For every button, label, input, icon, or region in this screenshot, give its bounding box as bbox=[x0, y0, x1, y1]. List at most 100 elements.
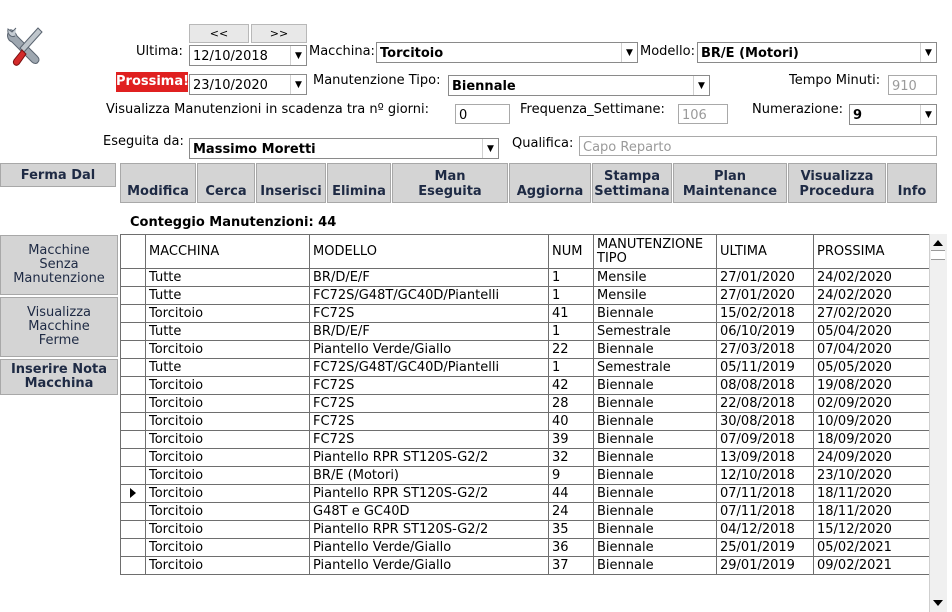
table-row[interactable]: Tutte FC72S/G48T/GC40D/Piantelli 1 Mensile 2… bbox=[120, 286, 929, 305]
cell-ultima[interactable]: 30/08/2018 bbox=[716, 412, 814, 431]
frequenza-settimane-field[interactable]: 106 bbox=[678, 104, 728, 124]
table-row[interactable]: Torcitoio G48T e GC40D 24 Biennale 07/11/201… bbox=[120, 502, 929, 521]
cell-num[interactable]: 24 bbox=[548, 502, 594, 521]
cell-modello[interactable]: FC72S bbox=[309, 376, 549, 395]
next-record-button[interactable]: >> bbox=[251, 24, 307, 43]
cell-num[interactable]: 22 bbox=[548, 340, 594, 359]
visualizza-procedura-button[interactable]: Visualizza Procedura bbox=[788, 163, 886, 203]
cell-macchina[interactable]: Torcitoio bbox=[145, 376, 310, 395]
cell-tipo[interactable]: Biennale bbox=[593, 412, 717, 431]
cell-num[interactable]: 40 bbox=[548, 412, 594, 431]
cerca-button[interactable]: Cerca bbox=[197, 163, 255, 203]
cell-macchina[interactable]: Torcitoio bbox=[145, 340, 310, 359]
cell-num[interactable]: 9 bbox=[548, 466, 594, 485]
stampa-settimana-button[interactable]: Stampa Settimana bbox=[592, 163, 672, 203]
row-selector[interactable] bbox=[120, 430, 146, 449]
table-row[interactable]: Torcitoio FC72S 39 Biennale 07/09/2018 18/09/… bbox=[120, 430, 929, 449]
cell-tipo[interactable]: Mensile bbox=[593, 268, 717, 287]
prossima-date-select[interactable]: 23/10/2020 ▼ bbox=[189, 74, 307, 95]
cell-ultima[interactable]: 29/01/2019 bbox=[716, 556, 814, 575]
numerazione-select[interactable]: 9 ▼ bbox=[849, 104, 937, 125]
col-header-num[interactable]: NUM bbox=[548, 234, 594, 269]
cell-num[interactable]: 1 bbox=[548, 322, 594, 341]
cell-macchina[interactable]: Torcitoio bbox=[145, 466, 310, 485]
row-selector[interactable] bbox=[120, 502, 146, 521]
cell-num[interactable]: 28 bbox=[548, 394, 594, 413]
previous-record-button[interactable]: << bbox=[189, 24, 249, 43]
row-selector[interactable] bbox=[120, 538, 146, 557]
table-row[interactable]: Tutte BR/D/E/F 1 Semestrale 06/10/2019 05/04/… bbox=[120, 322, 929, 341]
cell-prossima[interactable]: 24/09/2020 bbox=[813, 448, 929, 467]
cell-num[interactable]: 1 bbox=[548, 286, 594, 305]
row-selector[interactable] bbox=[120, 448, 146, 467]
cell-ultima[interactable]: 15/02/2018 bbox=[716, 304, 814, 323]
cell-prossima[interactable]: 07/04/2020 bbox=[813, 340, 929, 359]
cell-modello[interactable]: BR/D/E/F bbox=[309, 322, 549, 341]
cell-num[interactable]: 37 bbox=[548, 556, 594, 575]
aggiorna-button[interactable]: Aggiorna bbox=[509, 163, 591, 203]
table-row[interactable]: Torcitoio FC72S 42 Biennale 08/08/2018 19/08/… bbox=[120, 376, 929, 395]
cell-macchina[interactable]: Torcitoio bbox=[145, 538, 310, 557]
cell-prossima[interactable]: 05/05/2020 bbox=[813, 358, 929, 377]
cell-macchina[interactable]: Torcitoio bbox=[145, 502, 310, 521]
cell-ultima[interactable]: 27/01/2020 bbox=[716, 286, 814, 305]
col-header-macchina[interactable]: MACCHINA bbox=[145, 234, 310, 269]
cell-num[interactable]: 44 bbox=[548, 484, 594, 503]
cell-macchina[interactable]: Torcitoio bbox=[145, 394, 310, 413]
man-eseguita-button[interactable]: Man Eseguita bbox=[392, 163, 508, 203]
cell-tipo[interactable]: Biennale bbox=[593, 376, 717, 395]
table-row[interactable]: Torcitoio Piantello Verde/Giallo 37 Biennal… bbox=[120, 556, 929, 575]
cell-modello[interactable]: Piantello RPR ST120S-G2/2 bbox=[309, 484, 549, 503]
cell-tipo[interactable]: Biennale bbox=[593, 466, 717, 485]
cell-tipo[interactable]: Biennale bbox=[593, 448, 717, 467]
manutenzione-tipo-select[interactable]: Biennale ▼ bbox=[448, 75, 710, 96]
cell-num[interactable]: 36 bbox=[548, 538, 594, 557]
visualizza-macchine-ferme-button[interactable]: Visualizza Macchine Ferme bbox=[0, 297, 118, 357]
cell-ultima[interactable]: 06/10/2019 bbox=[716, 322, 814, 341]
table-row[interactable]: Torcitoio Piantello RPR ST120S-G2/2 32 Bien… bbox=[120, 448, 929, 467]
cell-modello[interactable]: Piantello Verde/Giallo bbox=[309, 340, 549, 359]
cell-macchina[interactable]: Tutte bbox=[145, 268, 310, 287]
cell-macchina[interactable]: Torcitoio bbox=[145, 520, 310, 539]
cell-num[interactable]: 35 bbox=[548, 520, 594, 539]
cell-ultima[interactable]: 05/11/2019 bbox=[716, 358, 814, 377]
info-button[interactable]: Info bbox=[887, 163, 937, 203]
cell-macchina[interactable]: Torcitoio bbox=[145, 448, 310, 467]
macchina-select[interactable]: Torcitoio ▼ bbox=[376, 42, 638, 63]
scroll-up-arrow-icon[interactable] bbox=[933, 240, 943, 246]
cell-ultima[interactable]: 25/01/2019 bbox=[716, 538, 814, 557]
tempo-minuti-field[interactable]: 910 bbox=[888, 75, 937, 95]
cell-modello[interactable]: Piantello RPR ST120S-G2/2 bbox=[309, 520, 549, 539]
cell-modello[interactable]: BR/E (Motori) bbox=[309, 466, 549, 485]
row-selector[interactable] bbox=[120, 376, 146, 395]
cell-ultima[interactable]: 12/10/2018 bbox=[716, 466, 814, 485]
table-row[interactable]: Torcitoio FC72S 41 Biennale 15/02/2018 27/02/… bbox=[120, 304, 929, 323]
table-row[interactable]: Torcitoio BR/E (Motori) 9 Biennale 12/10/201… bbox=[120, 466, 929, 485]
manutenzioni-grid[interactable]: MACCHINA MODELLO NUM MANUTENZIONE TIPO U… bbox=[120, 234, 929, 612]
cell-ultima[interactable]: 22/08/2018 bbox=[716, 394, 814, 413]
table-row[interactable]: Tutte BR/D/E/F 1 Mensile 27/01/2020 24/02/202… bbox=[120, 268, 929, 287]
table-row[interactable]: Torcitoio FC72S 40 Biennale 30/08/2018 10/09/… bbox=[120, 412, 929, 431]
row-selector[interactable] bbox=[120, 556, 146, 575]
eseguita-da-select[interactable]: Massimo Moretti ▼ bbox=[189, 138, 499, 159]
cell-tipo[interactable]: Biennale bbox=[593, 484, 717, 503]
row-selector[interactable] bbox=[120, 322, 146, 341]
cell-tipo[interactable]: Biennale bbox=[593, 520, 717, 539]
cell-prossima[interactable]: 18/09/2020 bbox=[813, 430, 929, 449]
cell-macchina[interactable]: Torcitoio bbox=[145, 484, 310, 503]
cell-ultima[interactable]: 07/11/2018 bbox=[716, 484, 814, 503]
cell-macchina[interactable]: Tutte bbox=[145, 322, 310, 341]
cell-macchina[interactable]: Torcitoio bbox=[145, 556, 310, 575]
cell-macchina[interactable]: Torcitoio bbox=[145, 304, 310, 323]
cell-prossima[interactable]: 18/11/2020 bbox=[813, 484, 929, 503]
cell-tipo[interactable]: Biennale bbox=[593, 502, 717, 521]
cell-prossima[interactable]: 24/02/2020 bbox=[813, 268, 929, 287]
ultima-date-select[interactable]: 12/10/2018 ▼ bbox=[189, 45, 307, 66]
cell-prossima[interactable]: 15/12/2020 bbox=[813, 520, 929, 539]
col-header-prossima[interactable]: PROSSIMA bbox=[813, 234, 929, 269]
cell-ultima[interactable]: 13/09/2018 bbox=[716, 448, 814, 467]
row-selector[interactable] bbox=[120, 304, 146, 323]
cell-prossima[interactable]: 24/02/2020 bbox=[813, 286, 929, 305]
table-row[interactable]: Torcitoio Piantello Verde/Giallo 22 Biennal… bbox=[120, 340, 929, 359]
elimina-button[interactable]: Elimina bbox=[327, 163, 391, 203]
